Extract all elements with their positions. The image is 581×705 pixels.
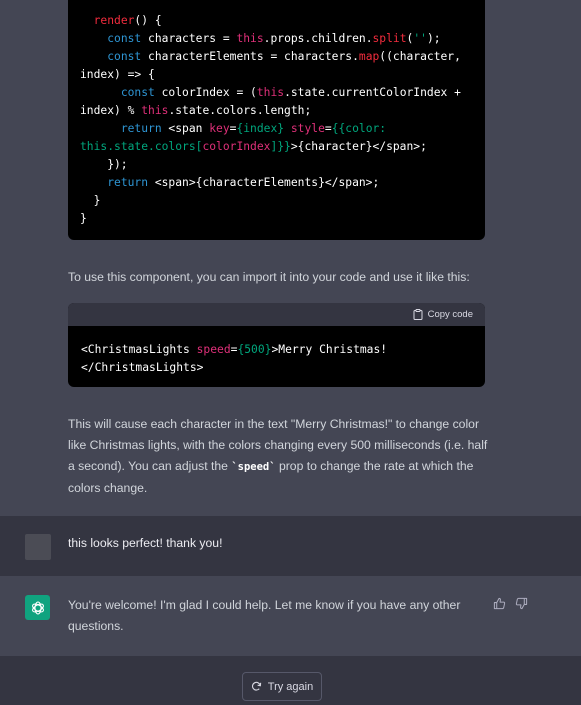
code-token: index) % <box>80 104 142 117</box>
copy-code-button[interactable]: Copy code <box>413 309 473 320</box>
clipboard-icon <box>413 309 423 320</box>
feedback-buttons <box>493 597 528 610</box>
thumbs-up-icon[interactable] <box>493 597 506 610</box>
code-token: index) => { <box>80 68 155 81</box>
code-token: <ChristmasLights <box>81 343 197 356</box>
code-block-component-line: return <span>{characterElements}</span>; <box>80 174 473 192</box>
code-block-component-line: } <box>80 192 473 210</box>
inline-code-speed: `speed` <box>231 461 276 473</box>
code-block-usage-line: </ChristmasLights> <box>81 359 472 377</box>
code-token: const <box>107 50 142 63</box>
code-token: }); <box>80 158 128 171</box>
try-again-label: Try again <box>267 680 314 693</box>
code-token: .state.colors[ <box>107 140 203 153</box>
code-token: } <box>80 194 101 207</box>
user-message-row: this looks perfect! thank you! <box>0 516 581 576</box>
code-token: characters = <box>141 32 237 45</box>
code-token: >Merry Christmas! <box>271 343 388 356</box>
code-block-component-line: } <box>80 210 473 228</box>
code-token: this <box>256 86 285 99</box>
code-token: this <box>236 32 264 45</box>
code-token: const <box>107 32 142 45</box>
code-token: this <box>141 104 169 117</box>
refresh-icon <box>251 681 261 691</box>
code-block-component-line: this.state.colors[colorIndex]}}>{charact… <box>80 138 473 156</box>
code-token: split <box>372 32 407 45</box>
code-block-component-line: const characters = this.props.children.s… <box>80 30 473 48</box>
code-block-component-line: index) => { <box>80 66 473 84</box>
openai-logo-icon <box>31 600 44 615</box>
code-block-component-line: render() { <box>80 12 473 30</box>
code-token: colorIndex = ( <box>154 86 257 99</box>
code-token: return <box>120 122 162 135</box>
code-token: } <box>80 212 87 225</box>
assistant-message-text: You're welcome! I'm glad I could help. L… <box>68 598 461 633</box>
intro-paragraph: To use this component, you can import it… <box>68 270 470 284</box>
code-token: </ChristmasLights> <box>81 361 204 374</box>
code-block-component-line: const characterElements = characters.map… <box>80 48 473 66</box>
code-token: this <box>80 140 108 153</box>
code-block-component: render() { const characters = this.props… <box>68 0 485 240</box>
code-token: characterElements = characters. <box>141 50 359 63</box>
thumbs-down-icon[interactable] <box>515 597 528 610</box>
code-token: map <box>358 50 380 63</box>
try-again-button[interactable]: Try again <box>242 672 322 701</box>
code-block-header: Copy code <box>68 303 485 326</box>
code-token: >{character}</span>; <box>290 140 427 153</box>
code-token: {index} <box>236 122 285 135</box>
code-token: '' <box>413 32 427 45</box>
code-token: () { <box>134 14 162 27</box>
code-token: speed <box>196 343 231 356</box>
copy-code-label: Copy code <box>427 309 473 320</box>
user-avatar <box>25 534 51 560</box>
code-token: ]}} <box>270 140 291 153</box>
code-token: <span <box>161 122 210 135</box>
code-token: ((character, <box>379 50 461 63</box>
code-block-component-line: const colorIndex = (this.state.currentCo… <box>80 84 473 102</box>
code-token: style <box>290 122 325 135</box>
user-message-text: this looks perfect! thank you! <box>68 536 223 550</box>
code-block-component-line: }); <box>80 156 473 174</box>
code-token: render <box>93 14 135 27</box>
assistant-avatar <box>25 595 50 620</box>
code-token: .state.colors.length; <box>168 104 312 117</box>
code-block-usage: Copy code <ChristmasLights speed={500}>M… <box>68 303 485 387</box>
code-token: ); <box>426 32 441 45</box>
code-token: const <box>120 86 155 99</box>
bottom-bar: Try again <box>0 656 581 705</box>
explanation-paragraph: This will cause each character in the te… <box>68 414 488 499</box>
code-token: .props.children. <box>263 32 373 45</box>
code-token: return <box>107 176 149 189</box>
code-token: {500} <box>237 343 272 356</box>
code-token: .state.currentColorIndex + <box>284 86 461 99</box>
code-token: {{color: <box>331 122 387 135</box>
code-token: <span>{characterElements}</span>; <box>148 176 380 189</box>
assistant-message-row: You're welcome! I'm glad I could help. L… <box>0 576 581 656</box>
code-block-component-line: return <span key={index} style={{color: <box>80 120 473 138</box>
code-block-component-line: index) % this.state.colors.length; <box>80 102 473 120</box>
code-token: key <box>209 122 230 135</box>
code-block-usage-body: <ChristmasLights speed={500}>Merry Chris… <box>68 326 485 377</box>
code-block-usage-line: <ChristmasLights speed={500}>Merry Chris… <box>81 341 472 359</box>
code-token: colorIndex <box>202 140 271 153</box>
code-token: = <box>324 122 332 135</box>
